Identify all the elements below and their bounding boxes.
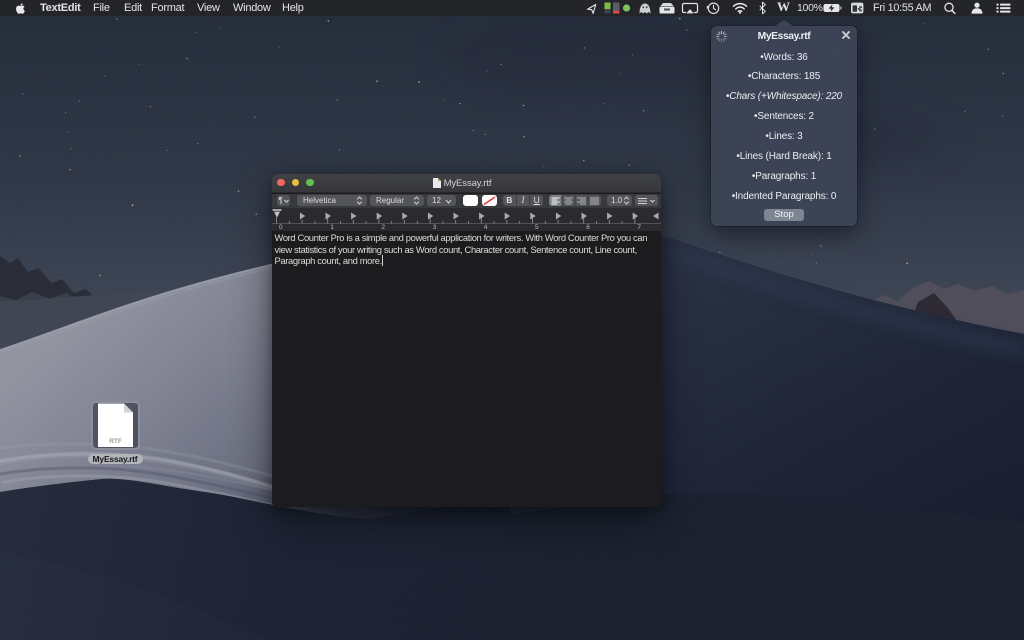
- svg-text:RTF: RTF: [109, 438, 122, 445]
